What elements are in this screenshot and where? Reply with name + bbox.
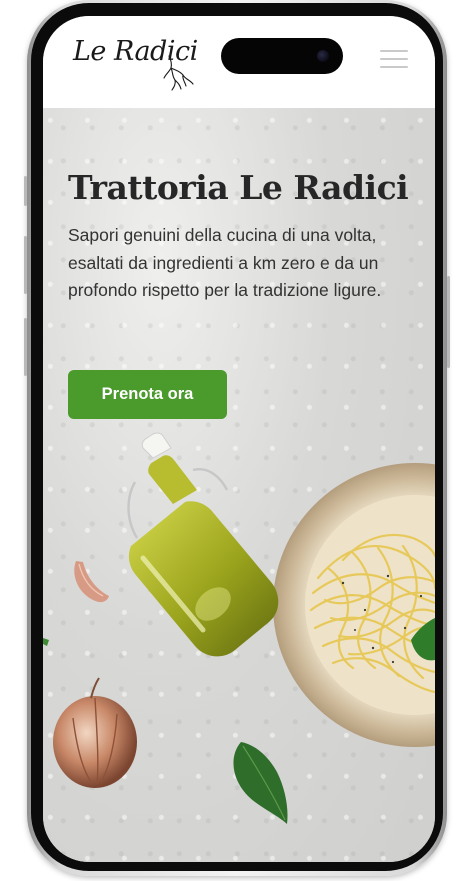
hamburger-menu-icon[interactable] — [380, 50, 408, 72]
roots-logo-icon — [163, 55, 194, 91]
olive-oil-bottle — [127, 432, 279, 657]
hero-subtitle: Sapori genuini della cucina di una volta… — [68, 225, 382, 300]
hero-food-image — [43, 432, 435, 824]
front-camera-icon — [317, 50, 329, 62]
power-button — [447, 276, 450, 368]
phone-screen: Le Radici Trattoria Le Radici Sapori gen… — [43, 16, 435, 862]
action-button — [24, 176, 27, 206]
basil-leaf — [233, 742, 288, 824]
garlic-bulb — [53, 677, 137, 788]
hero-title: Trattoria Le Radici — [68, 168, 409, 207]
volume-up-button — [24, 236, 27, 294]
hero-section: Trattoria Le Radici Sapori genuini della… — [43, 108, 435, 862]
volume-down-button — [24, 318, 27, 376]
garlic-clove — [74, 561, 109, 603]
dynamic-island — [221, 38, 343, 74]
pasta-plate — [273, 463, 435, 747]
basil-leaf-small — [43, 638, 49, 646]
